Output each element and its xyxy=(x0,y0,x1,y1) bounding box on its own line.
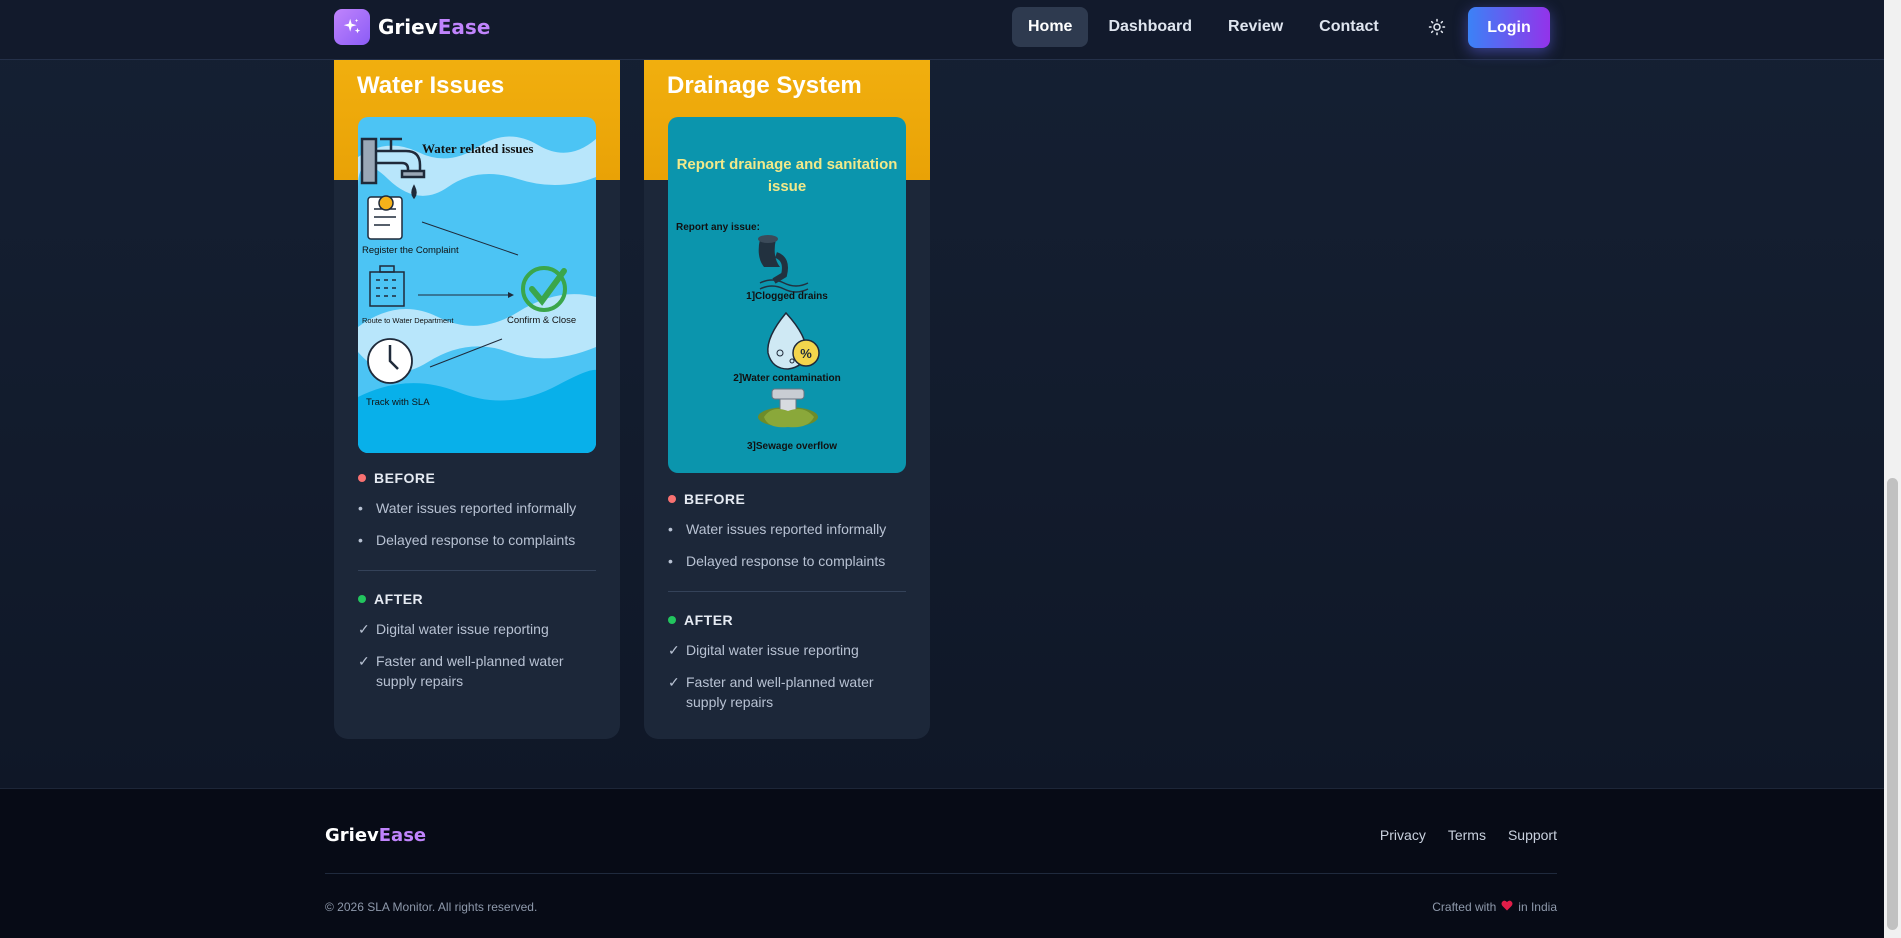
list-item-text: Faster and well-planned water supply rep… xyxy=(686,674,874,710)
green-dot-icon xyxy=(668,616,676,624)
sparkle-icon xyxy=(334,9,370,45)
list-item: ✓ Digital water issue reporting xyxy=(668,640,906,660)
document-icon xyxy=(367,195,403,240)
list-item-text: Digital water issue reporting xyxy=(376,621,549,637)
step-route: Route to Water Department xyxy=(362,316,454,325)
footer-divider xyxy=(325,873,1557,874)
crafted-text: Crafted with in India xyxy=(1432,900,1557,914)
water-image-heading: Water related issues xyxy=(422,141,533,156)
brand-primary: Griev xyxy=(378,15,438,39)
list-item-text: Delayed response to complaints xyxy=(686,553,886,569)
footer-brand-primary: Griev xyxy=(325,825,379,846)
footer: GrievEase Privacy Terms Support © 2026 S… xyxy=(0,788,1884,938)
sun-icon[interactable] xyxy=(1426,16,1448,38)
list-item: • Delayed response to complaints xyxy=(358,530,596,550)
scrollbar-thumb[interactable] xyxy=(1887,478,1898,930)
footer-link-terms[interactable]: Terms xyxy=(1448,827,1486,843)
list-item-text: Faster and well-planned water supply rep… xyxy=(376,653,564,689)
nav-review[interactable]: Review xyxy=(1212,7,1299,47)
before-label: BEFORE xyxy=(374,470,436,486)
list-item-text: Delayed response to complaints xyxy=(376,532,576,548)
issue-clogged: 1]Clogged drains xyxy=(746,291,828,302)
login-button[interactable]: Login xyxy=(1468,7,1550,48)
footer-link-support[interactable]: Support xyxy=(1508,827,1557,843)
nav-contact[interactable]: Contact xyxy=(1303,7,1395,47)
drainage-image-heading-2: issue xyxy=(768,178,806,195)
after-heading: AFTER xyxy=(668,612,906,628)
divider xyxy=(668,591,906,592)
brand[interactable]: GrievEase xyxy=(334,9,490,45)
card-title: Water Issues xyxy=(357,72,505,99)
before-heading: BEFORE xyxy=(668,491,906,507)
check-icon: ✓ xyxy=(668,642,680,658)
footer-brand-accent: Ease xyxy=(378,825,427,846)
issue-sewage: 3]Sewage overflow xyxy=(747,441,837,452)
list-item: ✓ Digital water issue reporting xyxy=(358,619,596,639)
before-label: BEFORE xyxy=(684,491,746,507)
nav-home[interactable]: Home xyxy=(1012,7,1089,47)
drainage-subheading: Report any issue: xyxy=(676,222,760,233)
footer-link-privacy[interactable]: Privacy xyxy=(1380,827,1426,843)
drainage-image: Report drainage and sanitation issue Rep… xyxy=(668,117,906,473)
before-after-section: BEFORE • Water issues reported informally… xyxy=(668,491,906,712)
main-nav: Home Dashboard Review Contact xyxy=(1012,7,1395,47)
check-icon: ✓ xyxy=(358,621,370,637)
check-icon: ✓ xyxy=(358,653,370,669)
divider xyxy=(358,570,596,571)
bullet-icon: • xyxy=(358,500,363,516)
step-track: Track with SLA xyxy=(366,397,430,408)
list-item: • Water issues reported informally xyxy=(358,498,596,518)
nav-dashboard[interactable]: Dashboard xyxy=(1092,7,1208,47)
step-register: Register the Complaint xyxy=(362,245,459,256)
drainage-image-heading: Report drainage and sanitation xyxy=(677,156,898,173)
bullet-icon: • xyxy=(668,553,673,569)
footer-links: Privacy Terms Support xyxy=(1380,827,1557,843)
water-issues-card: Water Issues Water related issues Regist… xyxy=(334,22,620,739)
top-navbar: GrievEase Home Dashboard Review Contact … xyxy=(0,0,1884,60)
list-item: ✓ Faster and well-planned water supply re… xyxy=(668,672,906,712)
crafted-suffix: in India xyxy=(1518,900,1557,914)
drainage-system-card: Drainage System Report drainage and sani… xyxy=(644,22,930,739)
after-heading: AFTER xyxy=(358,591,596,607)
issue-contamination: 2]Water contamination xyxy=(733,373,840,384)
green-dot-icon xyxy=(358,595,366,603)
list-item: • Water issues reported informally xyxy=(668,519,906,539)
footer-brand[interactable]: GrievEase xyxy=(325,825,426,846)
list-item: ✓ Faster and well-planned water supply re… xyxy=(358,651,596,691)
brand-accent: Ease xyxy=(437,15,491,39)
bullet-icon: • xyxy=(358,532,363,548)
before-heading: BEFORE xyxy=(358,470,596,486)
clock-icon xyxy=(367,338,413,384)
after-label: AFTER xyxy=(374,591,424,607)
page-background xyxy=(0,0,1884,788)
after-label: AFTER xyxy=(684,612,734,628)
list-item: • Delayed response to complaints xyxy=(668,551,906,571)
step-confirm: Confirm & Close xyxy=(507,315,576,326)
before-after-section: BEFORE • Water issues reported informally… xyxy=(358,470,596,691)
crafted-prefix: Crafted with xyxy=(1432,900,1497,914)
brand-name: GrievEase xyxy=(378,15,490,39)
page-scrollbar[interactable] xyxy=(1884,0,1901,938)
red-dot-icon xyxy=(668,495,676,503)
svg-text:%: % xyxy=(800,346,812,361)
water-issues-image: Water related issues Register the Compla… xyxy=(358,117,596,453)
heart-icon xyxy=(1501,900,1513,914)
list-item-text: Water issues reported informally xyxy=(376,500,577,516)
red-dot-icon xyxy=(358,474,366,482)
bullet-icon: • xyxy=(668,521,673,537)
copyright-text: © 2026 SLA Monitor. All rights reserved. xyxy=(325,900,538,914)
card-title: Drainage System xyxy=(667,72,862,99)
check-icon: ✓ xyxy=(668,674,680,690)
list-item-text: Digital water issue reporting xyxy=(686,642,859,658)
list-item-text: Water issues reported informally xyxy=(686,521,887,537)
